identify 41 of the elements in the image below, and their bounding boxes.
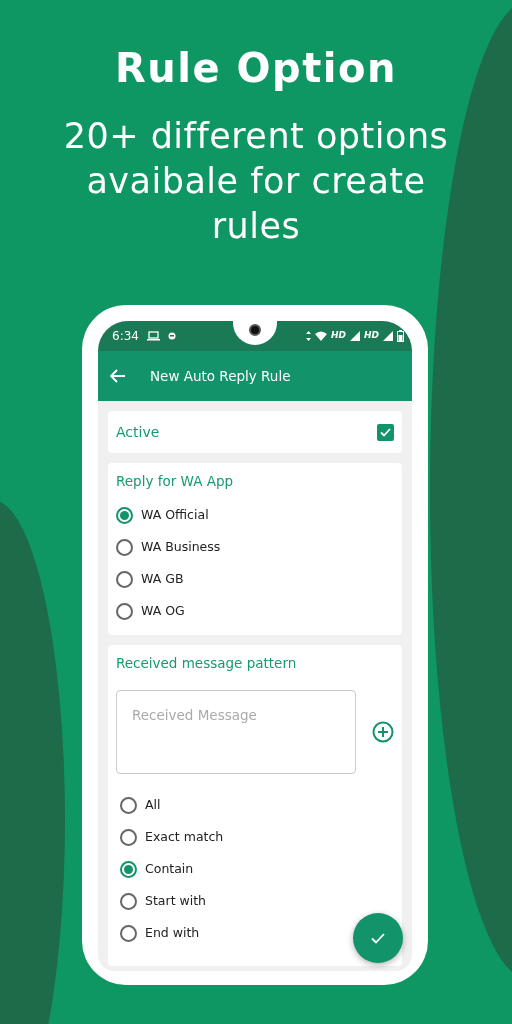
network-label: HD bbox=[364, 329, 379, 343]
message-field[interactable]: Received Message bbox=[116, 689, 356, 774]
network-label: HD bbox=[330, 329, 346, 343]
notification-icon bbox=[167, 332, 176, 340]
headline: Rule Option bbox=[114, 44, 398, 92]
radio-option[interactable]: Contain bbox=[120, 853, 194, 886]
radio-option[interactable]: WA OG bbox=[116, 595, 185, 628]
subheadline: 20+ different options avaibale for create rules bbox=[62, 115, 450, 248]
camera-icon bbox=[249, 324, 261, 336]
radio-option[interactable]: End with bbox=[120, 917, 200, 950]
back-icon[interactable] bbox=[110, 369, 126, 383]
radio-button[interactable] bbox=[116, 570, 133, 588]
signal-icon bbox=[383, 331, 393, 341]
check-icon bbox=[380, 427, 391, 437]
add-icon[interactable] bbox=[372, 720, 394, 743]
active-label: Active bbox=[116, 422, 160, 442]
radio-button[interactable] bbox=[116, 602, 133, 620]
toolbar-title: New Auto Reply Rule bbox=[150, 366, 291, 386]
radio-button[interactable] bbox=[116, 538, 133, 556]
data-arrows-icon bbox=[305, 331, 311, 341]
signal-icon bbox=[350, 331, 360, 341]
laptop-icon bbox=[146, 331, 160, 341]
check-icon bbox=[371, 932, 385, 944]
radio-button[interactable] bbox=[120, 829, 137, 846]
radio-option[interactable]: WA Business bbox=[116, 531, 221, 564]
radio-option[interactable]: All bbox=[120, 789, 161, 822]
radio-button[interactable] bbox=[120, 925, 137, 942]
radio-option[interactable]: WA Official bbox=[116, 499, 209, 532]
radio-button[interactable] bbox=[120, 861, 137, 878]
section-title: Reply for WA App bbox=[116, 472, 235, 491]
status-time: 6:34 bbox=[112, 328, 139, 345]
active-checkbox[interactable] bbox=[377, 423, 394, 441]
wifi-icon bbox=[314, 331, 327, 341]
radio-option[interactable]: WA GB bbox=[116, 563, 184, 596]
radio-option[interactable]: Exact match bbox=[120, 821, 224, 854]
section-title: Received message pattern bbox=[116, 654, 298, 674]
radio-button[interactable] bbox=[116, 506, 133, 524]
battery-icon bbox=[397, 330, 404, 342]
radio-button[interactable] bbox=[120, 893, 137, 910]
radio-button[interactable] bbox=[120, 797, 137, 814]
radio-option[interactable]: Start with bbox=[120, 885, 207, 918]
